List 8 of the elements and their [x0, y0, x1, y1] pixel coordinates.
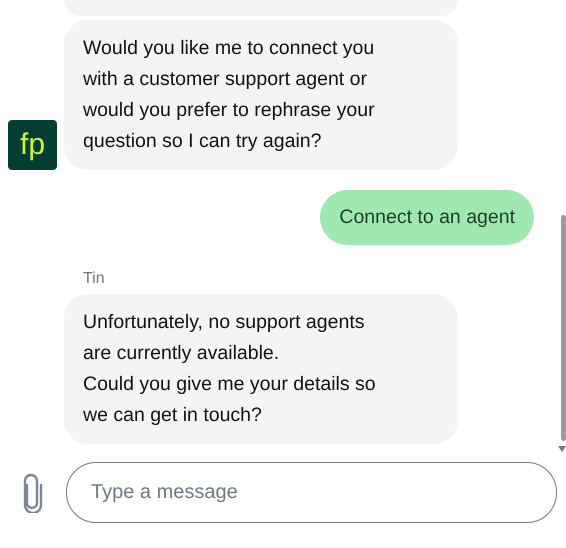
- sender-name: Tin: [83, 270, 105, 287]
- scroll-down-icon[interactable]: [558, 446, 566, 452]
- user-message: Connect to an agent: [320, 190, 534, 245]
- bot-avatar: fp: [8, 120, 57, 170]
- bot-message: Unfortunately, no support agents are currently available. Could you give me your details so we can get in touch?: [64, 294, 458, 444]
- scrollbar-thumb[interactable]: [561, 215, 566, 441]
- bot-message: Would you like me to connect you with a customer support agent or would you prefer to rephrase your question so I can try again?: [64, 20, 458, 170]
- message-input[interactable]: Type a message: [66, 462, 557, 523]
